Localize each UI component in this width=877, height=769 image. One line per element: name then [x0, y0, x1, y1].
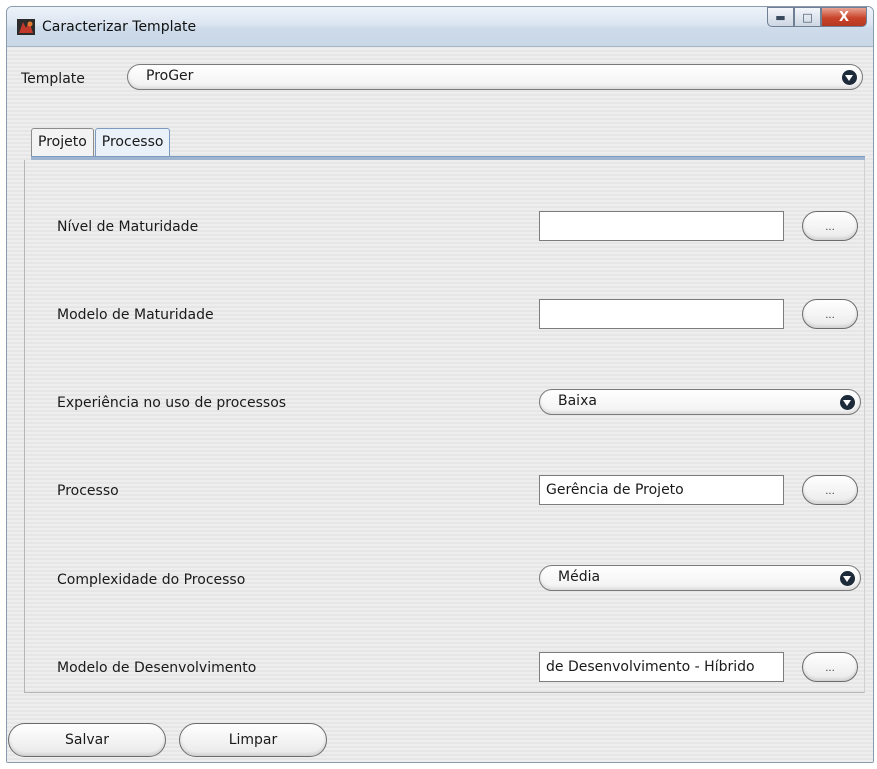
chevron-down-icon[interactable]	[840, 395, 855, 410]
chevron-down-icon[interactable]	[842, 70, 857, 85]
application-window: Caracterizar Template ▬ □ X Template Pro…	[6, 6, 874, 763]
experiencia-select-value: Baixa	[558, 393, 597, 409]
chevron-down-icon[interactable]	[840, 571, 855, 586]
save-button[interactable]: Salvar	[8, 723, 166, 757]
experiencia-select[interactable]: Baixa	[539, 389, 861, 415]
window-content: Template ProGer Projeto Processo Nível d…	[7, 48, 873, 762]
nivel-maturidade-browse-button[interactable]: ...	[802, 211, 858, 241]
modelo-maturidade-browse-button[interactable]: ...	[802, 299, 858, 329]
modelo-desenvolvimento-label: Modelo de Desenvolvimento	[57, 660, 257, 676]
nivel-maturidade-label: Nível de Maturidade	[57, 219, 199, 235]
template-select-value: ProGer	[146, 68, 194, 84]
title-bar[interactable]: Caracterizar Template ▬ □ X	[7, 7, 873, 47]
clear-button[interactable]: Limpar	[179, 723, 327, 757]
modelo-maturidade-label: Modelo de Maturidade	[57, 307, 214, 323]
tab-bar: Projeto Processo	[31, 128, 171, 158]
complexidade-label: Complexidade do Processo	[57, 572, 246, 588]
window-controls: ▬ □ X	[767, 7, 867, 27]
processo-panel: Nível de Maturidade ... Modelo de Maturi…	[24, 160, 865, 693]
experiencia-label: Experiência no uso de processos	[57, 395, 287, 411]
tab-label: Processo	[101, 134, 164, 150]
tab-projeto[interactable]: Projeto	[31, 128, 94, 158]
modelo-desenvolvimento-browse-button[interactable]: ...	[802, 652, 858, 682]
close-button[interactable]: X	[821, 7, 867, 27]
maximize-icon: □	[802, 10, 813, 24]
processo-label: Processo	[57, 483, 119, 499]
window-title: Caracterizar Template	[42, 19, 197, 35]
template-label: Template	[21, 71, 85, 87]
tab-processo[interactable]: Processo	[94, 128, 171, 158]
processo-browse-button[interactable]: ...	[802, 475, 858, 505]
complexidade-select[interactable]: Média	[539, 565, 861, 591]
complexidade-select-value: Média	[558, 569, 601, 585]
close-icon: X	[838, 9, 850, 25]
modelo-desenvolvimento-field[interactable]: de Desenvolvimento - Híbrido	[539, 652, 784, 682]
tab-label: Projeto	[38, 134, 87, 150]
modelo-maturidade-field[interactable]	[539, 299, 784, 329]
minimize-button[interactable]: ▬	[767, 7, 794, 27]
minimize-icon: ▬	[775, 10, 786, 24]
processo-field[interactable]: Gerência de Projeto	[539, 475, 784, 505]
nivel-maturidade-field[interactable]	[539, 211, 784, 241]
template-select[interactable]: ProGer	[127, 64, 863, 90]
app-logo-icon	[17, 19, 35, 35]
maximize-button[interactable]: □	[794, 7, 821, 27]
